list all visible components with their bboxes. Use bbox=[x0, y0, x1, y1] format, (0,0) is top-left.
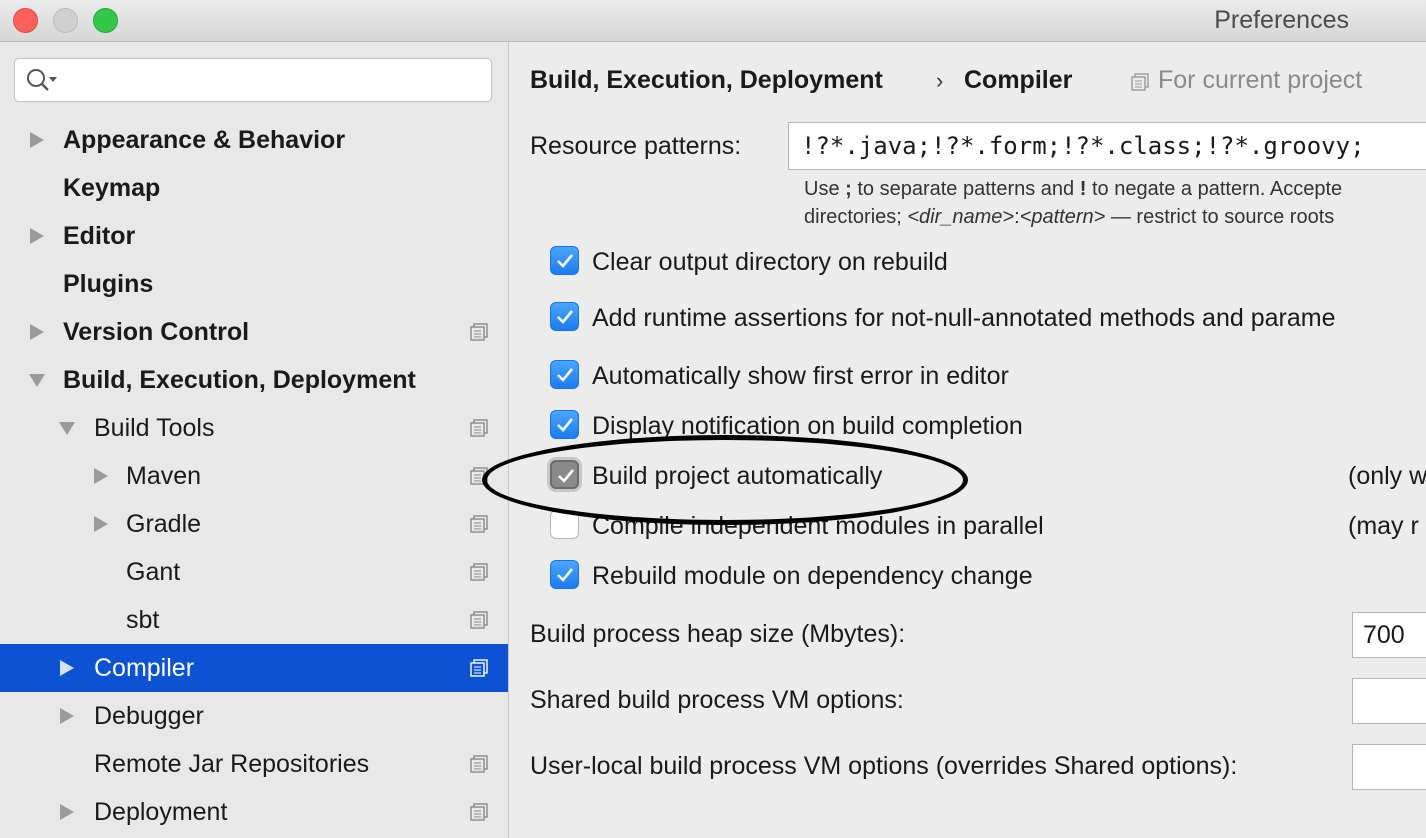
resource-patterns-label: Resource patterns: bbox=[530, 132, 742, 160]
parallel-compile-checkbox[interactable] bbox=[550, 510, 579, 539]
tree-item-deployment[interactable]: Deployment bbox=[0, 788, 508, 836]
tree-item-gradle[interactable]: Gradle bbox=[0, 500, 508, 548]
search-input[interactable] bbox=[63, 65, 483, 95]
resource-patterns-hint-line2: directories; <dir_name>:<pattern> — rest… bbox=[804, 206, 1335, 228]
tree-item-remote-jar-repositories[interactable]: Remote Jar Repositories bbox=[0, 740, 508, 788]
tree-item-label: Gant bbox=[126, 558, 181, 586]
expand-arrow-icon[interactable] bbox=[58, 692, 78, 740]
tree-item-plugins[interactable]: Plugins bbox=[0, 260, 508, 308]
heap-size-input[interactable]: 700 bbox=[1352, 612, 1426, 658]
expand-arrow-icon[interactable] bbox=[28, 116, 48, 164]
project-scope-icon bbox=[470, 323, 488, 341]
title-bar: Preferences bbox=[0, 0, 1426, 42]
checkbox-label[interactable]: Add runtime assertions for not-null-anno… bbox=[592, 298, 1335, 338]
resource-patterns-input[interactable]: !?*.java;!?*.form;!?*.class;!?*.groovy; bbox=[788, 122, 1426, 170]
checkmark-icon bbox=[557, 310, 574, 324]
build-notification-checkbox[interactable] bbox=[550, 410, 579, 439]
build-automatically-note: (only w bbox=[1348, 462, 1426, 490]
expand-arrow-icon[interactable] bbox=[92, 500, 112, 548]
tree-item-appearance-behavior[interactable]: Appearance & Behavior bbox=[0, 116, 508, 164]
checkbox-label[interactable]: Display notification on build completion bbox=[592, 406, 1023, 446]
checkbox-label[interactable]: Rebuild module on dependency change bbox=[592, 556, 1033, 596]
zoom-window-button[interactable] bbox=[93, 8, 118, 33]
tree-item-editor[interactable]: Editor bbox=[0, 212, 508, 260]
tree-item-debugger[interactable]: Debugger bbox=[0, 692, 508, 740]
build-project-automatically-checkbox[interactable] bbox=[550, 460, 579, 489]
settings-sidebar: Appearance & Behavior Keymap Editor Plug… bbox=[0, 42, 509, 838]
checkbox-label[interactable]: Compile independent modules in parallel bbox=[592, 506, 1044, 546]
checkbox-label[interactable]: Clear output directory on rebuild bbox=[592, 242, 948, 282]
tree-item-label: Maven bbox=[126, 462, 202, 490]
rebuild-on-dependency-change-checkbox[interactable] bbox=[550, 560, 579, 589]
tree-item-version-control[interactable]: Version Control bbox=[0, 308, 508, 356]
checkbox-label[interactable]: Build project automatically bbox=[592, 456, 882, 496]
checkmark-icon bbox=[557, 418, 574, 432]
runtime-assertions-checkbox[interactable] bbox=[550, 302, 579, 331]
collapse-arrow-icon[interactable] bbox=[58, 404, 78, 452]
project-scope-icon bbox=[470, 467, 488, 485]
search-box[interactable] bbox=[14, 58, 492, 102]
project-scope-icon bbox=[470, 659, 488, 677]
project-scope-icon bbox=[470, 755, 488, 773]
minimize-window-button[interactable] bbox=[53, 8, 78, 33]
heap-size-label: Build process heap size (Mbytes): bbox=[530, 620, 906, 648]
tree-item-keymap[interactable]: Keymap bbox=[0, 164, 508, 212]
checkbox-label[interactable]: Automatically show first error in editor bbox=[592, 356, 1009, 396]
compiler-settings-panel: Build, Execution, Deployment › Compiler … bbox=[510, 42, 1426, 838]
tree-item-gant[interactable]: Gant bbox=[0, 548, 508, 596]
project-scope-icon bbox=[1131, 73, 1149, 91]
tree-item-label: Version Control bbox=[63, 318, 250, 346]
tree-item-label: Build, Execution, Deployment bbox=[63, 366, 416, 394]
parallel-compile-note: (may r bbox=[1348, 512, 1419, 540]
tree-item-label: Debugger bbox=[94, 702, 204, 730]
shared-vm-options-input[interactable] bbox=[1352, 678, 1426, 724]
tree-item-label: Build Tools bbox=[94, 414, 215, 442]
collapse-arrow-icon[interactable] bbox=[28, 356, 48, 404]
expand-arrow-icon[interactable] bbox=[28, 212, 48, 260]
shared-vm-options-label: Shared build process VM options: bbox=[530, 686, 904, 714]
checkmark-icon bbox=[557, 254, 574, 268]
tree-item-label: Deployment bbox=[94, 798, 228, 826]
tree-item-label: Editor bbox=[63, 222, 136, 250]
breadcrumb-current: Compiler bbox=[964, 66, 1073, 94]
tree-item-build-tools[interactable]: Build Tools bbox=[0, 404, 508, 452]
checkmark-icon bbox=[557, 368, 574, 382]
resource-patterns-hint-line1: Use ; to separate patterns and ! to nega… bbox=[804, 178, 1343, 200]
breadcrumb-separator: › bbox=[936, 68, 944, 93]
tree-item-maven[interactable]: Maven bbox=[0, 452, 508, 500]
project-scope-icon bbox=[470, 515, 488, 533]
tree-item-label: Keymap bbox=[63, 174, 161, 202]
checkmark-icon bbox=[558, 469, 575, 483]
user-local-vm-options-label: User-local build process VM options (ove… bbox=[530, 752, 1238, 780]
tree-item-label: Remote Jar Repositories bbox=[94, 750, 370, 778]
project-scope-icon bbox=[470, 563, 488, 581]
tree-item-label: Gradle bbox=[126, 510, 202, 538]
expand-arrow-icon[interactable] bbox=[28, 308, 48, 356]
tree-item-label: Appearance & Behavior bbox=[63, 126, 346, 154]
tree-item-build-execution-deployment[interactable]: Build, Execution, Deployment bbox=[0, 356, 508, 404]
tree-item-label: Compiler bbox=[94, 654, 195, 682]
clear-output-directory-checkbox[interactable] bbox=[550, 246, 579, 275]
tree-item-sbt[interactable]: sbt bbox=[0, 596, 508, 644]
project-scope-icon bbox=[470, 803, 488, 821]
show-first-error-checkbox[interactable] bbox=[550, 360, 579, 389]
project-scope-icon bbox=[470, 611, 488, 629]
expand-arrow-icon[interactable] bbox=[58, 644, 78, 692]
window-title: Preferences bbox=[1214, 6, 1349, 34]
tree-item-label: Plugins bbox=[63, 270, 154, 298]
scope-label: For current project bbox=[1158, 66, 1363, 94]
expand-arrow-icon[interactable] bbox=[58, 788, 78, 836]
close-window-button[interactable] bbox=[13, 8, 38, 33]
breadcrumb-parent[interactable]: Build, Execution, Deployment bbox=[530, 66, 883, 95]
checkmark-icon bbox=[557, 568, 574, 582]
search-icon[interactable] bbox=[25, 67, 59, 93]
user-local-vm-options-input[interactable] bbox=[1352, 744, 1426, 790]
tree-item-label: sbt bbox=[126, 606, 160, 634]
project-scope-icon bbox=[470, 419, 488, 437]
expand-arrow-icon[interactable] bbox=[92, 452, 112, 500]
tree-item-compiler[interactable]: Compiler bbox=[0, 644, 508, 692]
